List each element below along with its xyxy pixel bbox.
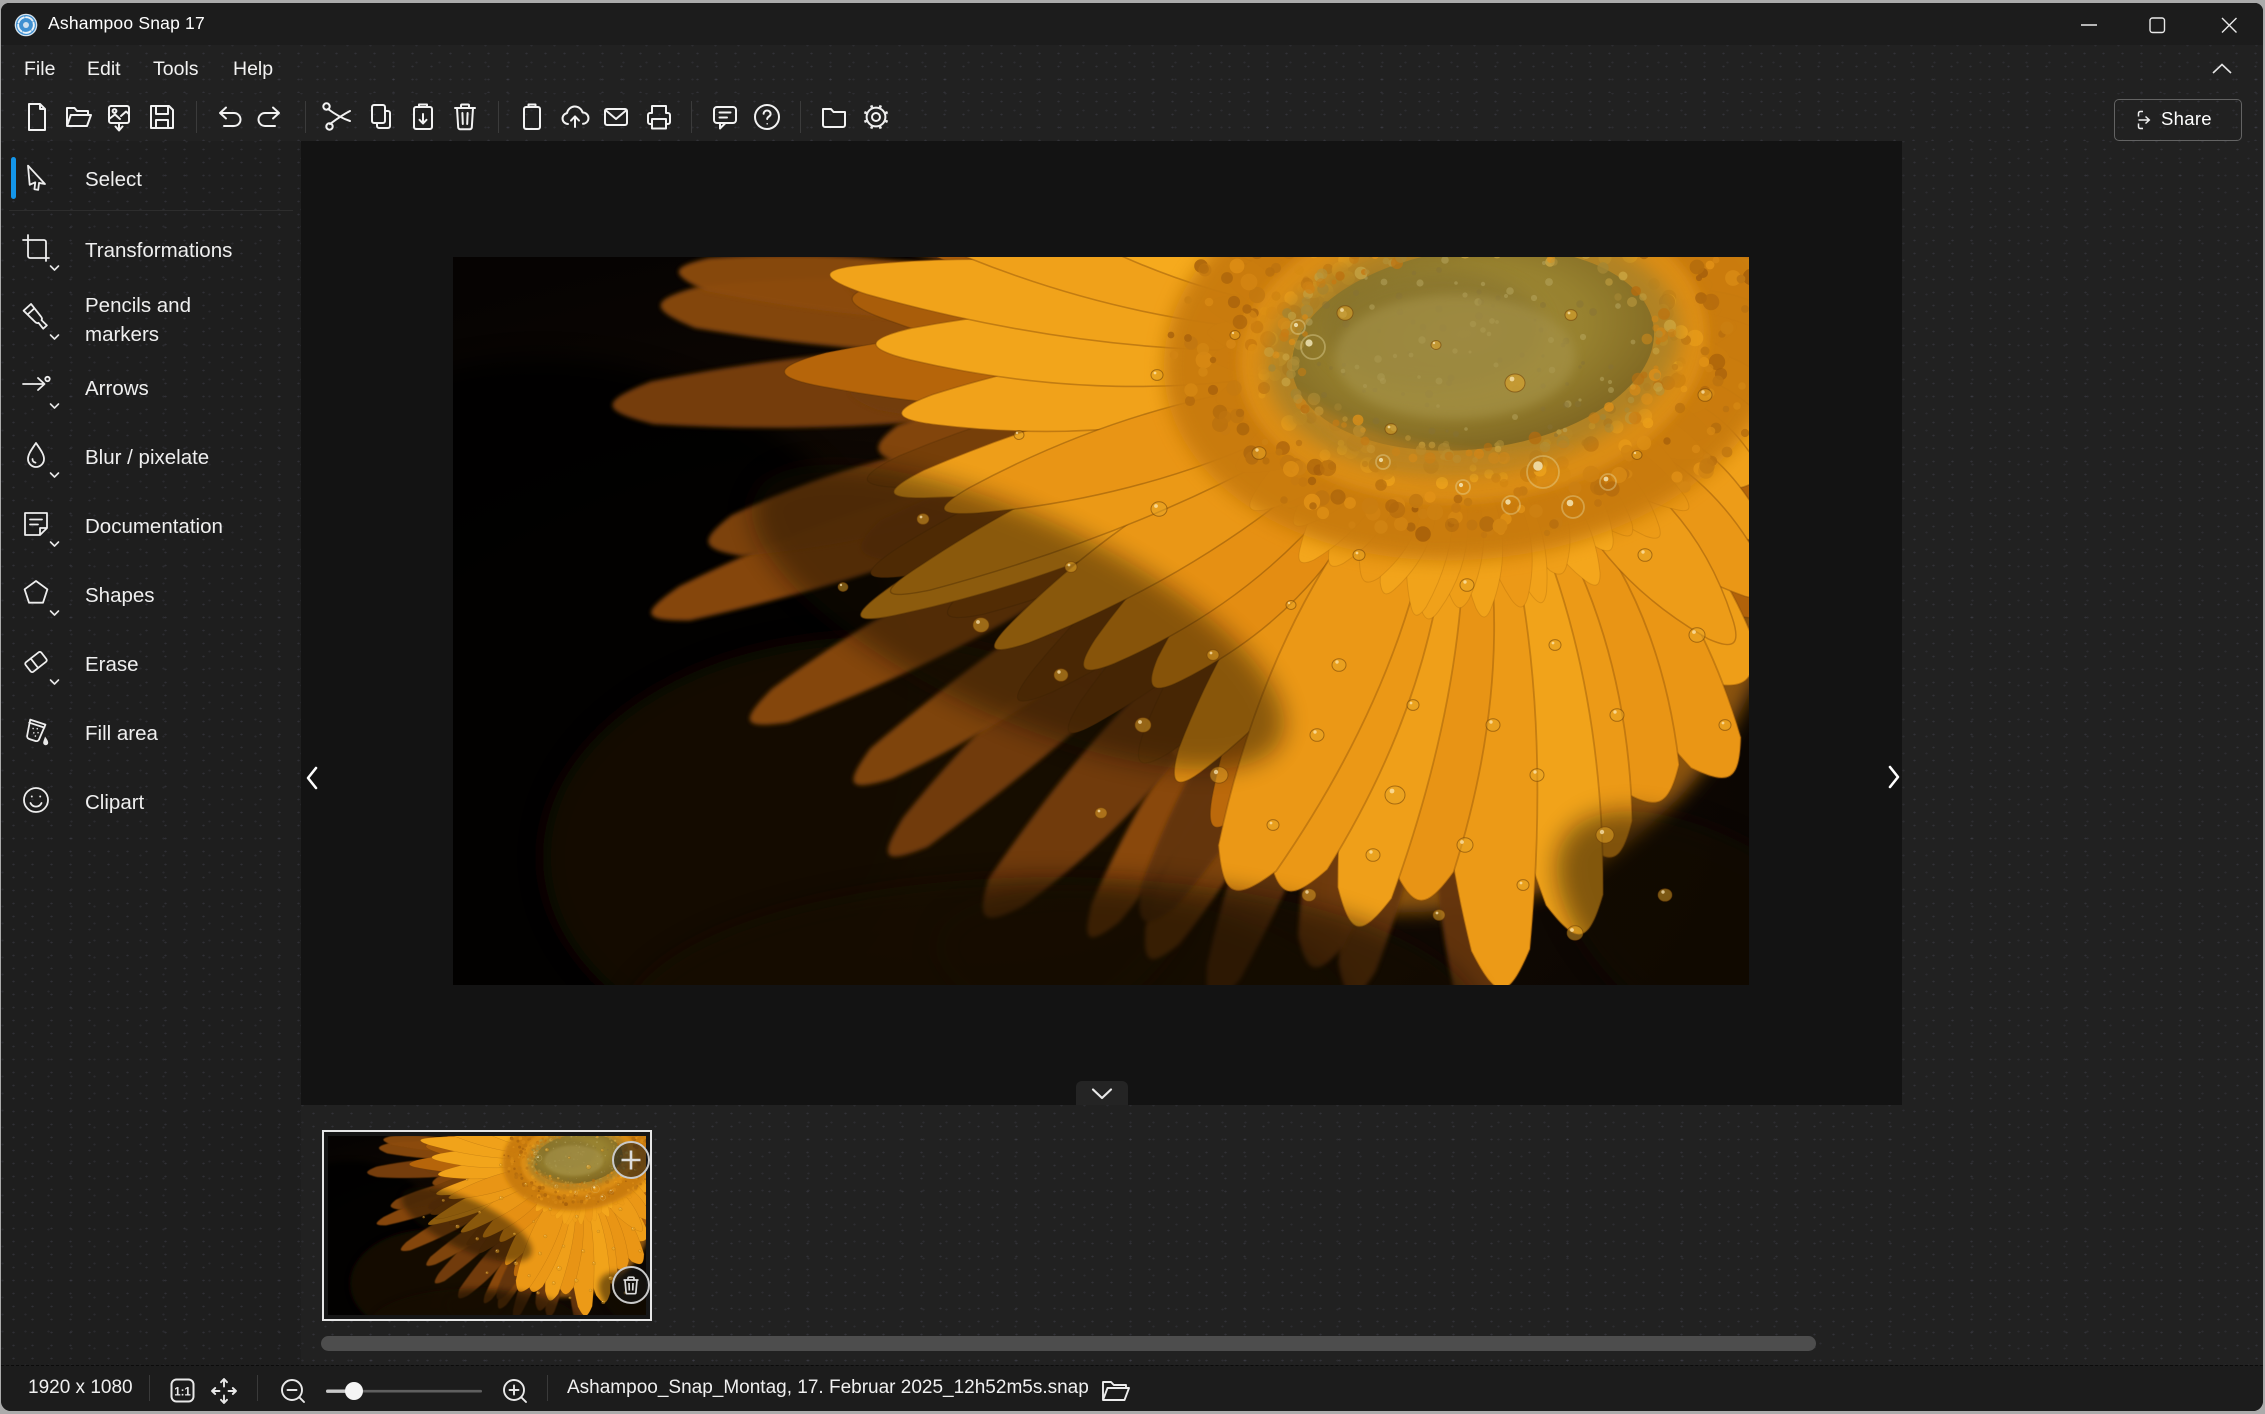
svg-text:1:1: 1:1	[174, 1387, 191, 1399]
